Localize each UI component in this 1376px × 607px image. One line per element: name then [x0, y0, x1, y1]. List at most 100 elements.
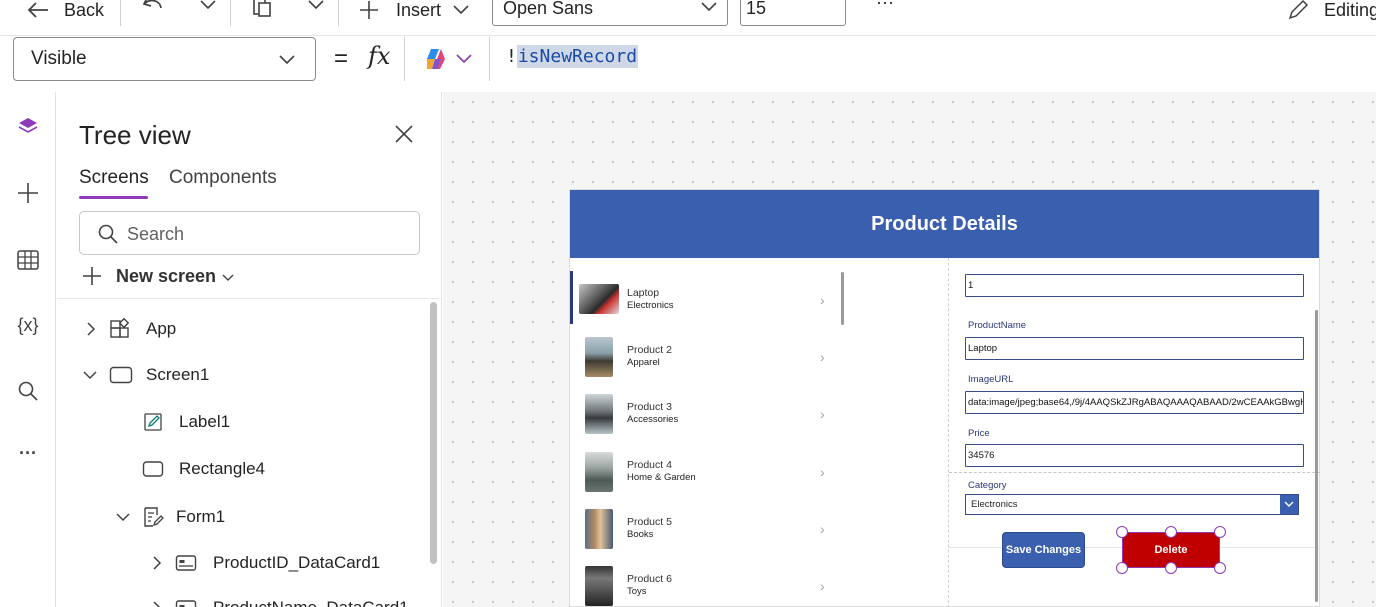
resize-handle[interactable]: [1165, 526, 1177, 538]
copy-dropdown[interactable]: [306, 0, 326, 16]
gallery-item-category: Books: [627, 529, 654, 540]
tree-node-productid-datacard[interactable]: ProductID_DataCard1: [151, 553, 380, 573]
label-edit-icon: [144, 413, 162, 431]
app-header[interactable]: Product Details: [570, 190, 1319, 258]
tab-components[interactable]: Components: [169, 167, 277, 189]
imageurl-label: ImageURL: [968, 374, 1014, 385]
chevron-down-icon: [1284, 501, 1294, 507]
close-button[interactable]: [394, 124, 414, 149]
resize-handle[interactable]: [1214, 562, 1226, 574]
undo-icon: [142, 0, 162, 9]
variables-icon: {x}: [17, 314, 39, 335]
save-changes-label: Save Changes: [1005, 544, 1082, 556]
active-tab-indicator: [79, 196, 148, 199]
tree-node-label1[interactable]: Label1: [143, 412, 230, 432]
formula-input[interactable]: !isNewRecord: [489, 37, 1376, 81]
undo-button[interactable]: [141, 0, 167, 21]
imageurl-input[interactable]: data:image/jpeg;base64,/9j/4AAQSkZJRgABA…: [965, 391, 1304, 414]
product-image: [585, 452, 613, 492]
chevron-right-icon[interactable]: ›: [820, 292, 825, 308]
tree-scrollbar[interactable]: [430, 302, 437, 564]
form-scrollbar[interactable]: [1315, 310, 1318, 602]
app-icon: [110, 318, 130, 338]
gallery-item-category: Home & Garden: [627, 472, 696, 483]
property-select[interactable]: Visible: [13, 37, 316, 81]
search-icon: [98, 224, 118, 244]
imageurl-value: data:image/jpeg;base64,/9j/4AAQSkZJRgABA…: [968, 397, 1304, 408]
tree-view-title: Tree view: [79, 120, 191, 150]
category-dropdown[interactable]: Electronics: [965, 494, 1299, 515]
undo-dropdown[interactable]: [198, 0, 218, 16]
tab-screens[interactable]: Screens: [79, 167, 149, 189]
editing-button[interactable]: Editing: [1287, 0, 1376, 24]
font-select[interactable]: Open Sans: [492, 0, 728, 26]
screen-icon: [109, 366, 133, 384]
tree-node-label: App: [146, 319, 177, 338]
price-input[interactable]: 34576: [965, 444, 1304, 467]
fx-button[interactable]: fx: [368, 42, 390, 70]
chevron-right-icon: [153, 556, 162, 570]
tree-node-label: ProductName_DataCard1: [213, 598, 409, 607]
add-icon: [360, 1, 378, 19]
tree-node-label: Form1: [176, 507, 226, 526]
variables-rail-button[interactable]: {x}: [10, 307, 46, 343]
gallery-item[interactable]: Product 2 Apparel ›: [570, 329, 845, 386]
insert-rail-button[interactable]: [10, 175, 46, 211]
chevron-down-icon: [222, 274, 234, 281]
chevron-right-icon: [87, 322, 96, 336]
more-rail-button[interactable]: ···: [10, 435, 46, 471]
more-button[interactable]: ···: [876, 0, 894, 13]
tree-node-form1[interactable]: Form1: [116, 506, 225, 528]
chevron-right-icon: [153, 601, 161, 607]
back-button[interactable]: Back: [26, 0, 104, 24]
product-image: [585, 566, 613, 606]
tree-node-screen1[interactable]: Screen1: [83, 365, 209, 385]
new-screen-button[interactable]: New screen: [81, 265, 234, 287]
formula-bar: Visible = fx !isNewRecord: [0, 35, 1376, 83]
resize-handle[interactable]: [1116, 526, 1128, 538]
chevron-down-icon: [456, 54, 472, 64]
tree-node-app[interactable]: App: [85, 318, 176, 340]
insert-button[interactable]: Insert: [358, 0, 471, 24]
property-value: Visible: [31, 48, 87, 69]
productname-input[interactable]: Laptop: [965, 337, 1304, 360]
chevron-right-icon[interactable]: ›: [820, 349, 825, 365]
search-rail-button[interactable]: [10, 373, 46, 409]
productid-input[interactable]: 1: [965, 274, 1304, 297]
data-rail-button[interactable]: [10, 242, 46, 278]
arrow-left-icon: [27, 2, 48, 18]
save-changes-button[interactable]: Save Changes: [1002, 532, 1085, 568]
chevron-right-icon[interactable]: ›: [820, 406, 825, 422]
add-icon: [18, 183, 38, 203]
font-size-input[interactable]: 15: [740, 0, 846, 26]
chevron-down-icon: [701, 2, 717, 12]
gallery-item[interactable]: Product 4 Home & Garden ›: [570, 444, 845, 501]
resize-handle[interactable]: [1165, 562, 1177, 574]
copilot-button[interactable]: [404, 37, 489, 81]
gallery-item-name: Laptop: [627, 287, 660, 299]
gallery-item[interactable]: Laptop Electronics ›: [570, 272, 845, 329]
resize-handle[interactable]: [1214, 526, 1226, 538]
gallery-item[interactable]: Product 3 Accessories ›: [570, 386, 845, 443]
tree-node-productname-datacard[interactable]: ProductName_DataCard1: [151, 598, 409, 607]
app-screen-preview: Product Details Laptop Electronics › Pro…: [569, 189, 1320, 607]
productid-value: 1: [968, 280, 974, 291]
layers-icon: [18, 118, 38, 133]
font-size-value: 15: [746, 0, 767, 18]
editing-label: Editing: [1324, 0, 1376, 20]
gallery-item[interactable]: Product 6 Toys ›: [570, 558, 845, 607]
close-icon: [395, 125, 413, 143]
product-gallery[interactable]: Laptop Electronics › Product 2 Apparel ›…: [570, 258, 846, 607]
tree-view-rail-button[interactable]: [10, 109, 46, 145]
gallery-item-category: Toys: [627, 586, 647, 597]
tree-node-rectangle4[interactable]: Rectangle4: [142, 459, 265, 479]
search-input[interactable]: Search: [79, 211, 420, 255]
chevron-right-icon[interactable]: ›: [820, 521, 825, 537]
resize-handle[interactable]: [1116, 562, 1128, 574]
chevron-right-icon[interactable]: ›: [820, 464, 825, 480]
gallery-item[interactable]: Product 5 Books ›: [570, 501, 845, 558]
dropdown-toggle[interactable]: [1280, 495, 1298, 514]
copy-button[interactable]: [250, 0, 276, 23]
pencil-icon: [1288, 0, 1309, 20]
chevron-right-icon[interactable]: ›: [820, 578, 825, 594]
